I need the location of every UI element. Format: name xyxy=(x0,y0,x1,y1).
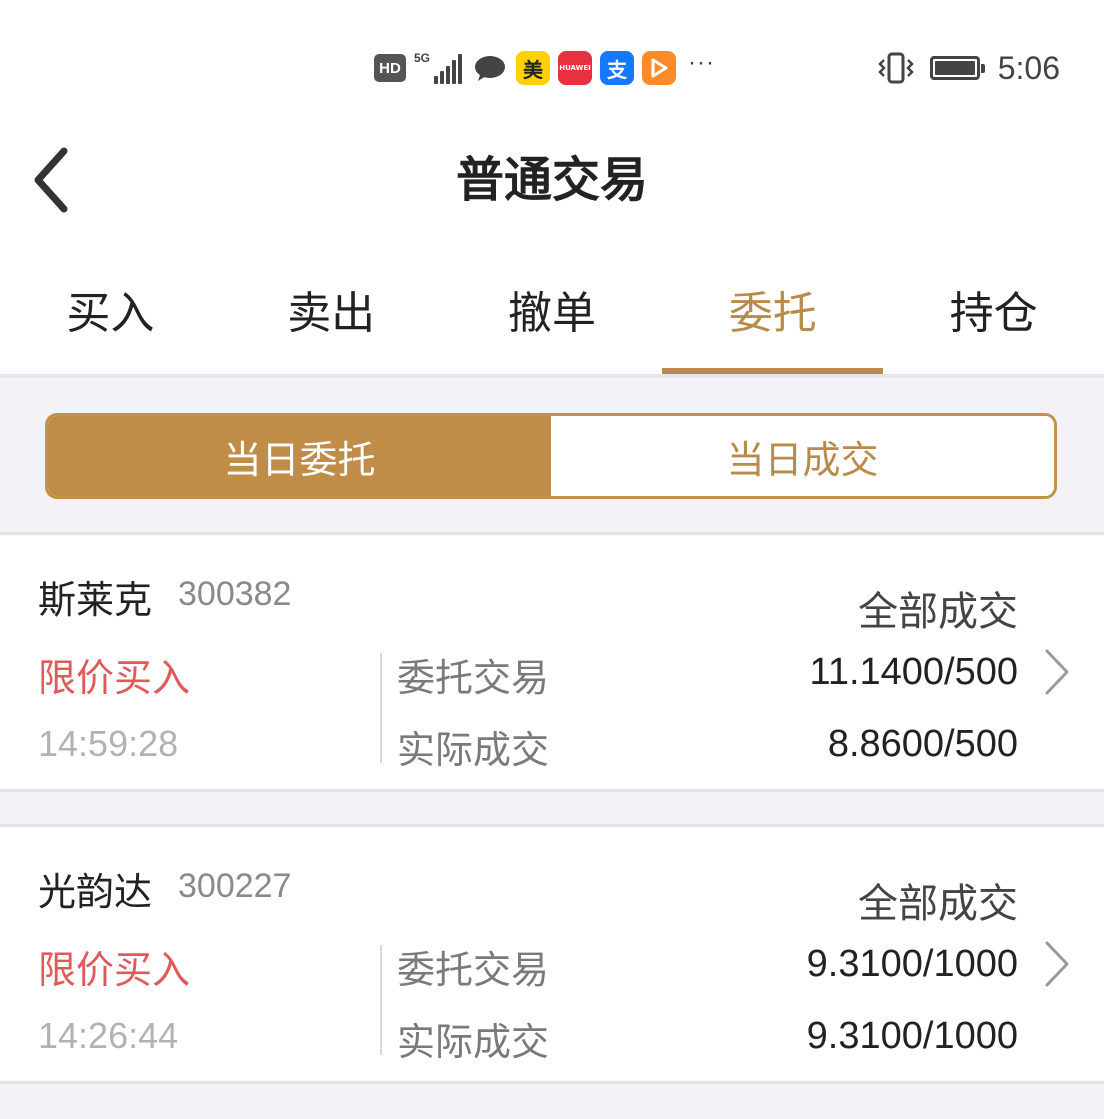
divider xyxy=(380,945,382,1055)
chevron-left-icon xyxy=(34,147,68,213)
order-segmented-control: 当日委托 当日成交 xyxy=(45,413,1057,499)
order-price-qty: 11.1400/500 xyxy=(809,651,1019,693)
segment-today-trades[interactable]: 当日成交 xyxy=(551,416,1054,496)
network-type-label: 5G xyxy=(414,51,431,65)
deal-price-qty: 9.3100/1000 xyxy=(806,1015,1018,1057)
clock: 5:06 xyxy=(997,49,1060,86)
huawei-label: HUAWEI xyxy=(559,64,591,72)
tab-positions[interactable]: 持仓 xyxy=(883,250,1104,374)
more-notifications-icon: ··· xyxy=(688,49,715,76)
alipay-icon: 支 xyxy=(600,51,635,85)
trade-tabs: 买入 卖出 撤单 委托 持仓 xyxy=(0,250,1104,374)
order-time: 14:59:28 xyxy=(38,723,179,764)
status-bar: HD 5G 美 HUAWEI 支 ··· 5:06 xyxy=(0,0,1104,130)
tab-buy[interactable]: 买入 xyxy=(0,250,221,374)
status-icons: HD 5G 美 HUAWEI 支 ··· xyxy=(374,48,715,88)
message-icon xyxy=(475,56,506,81)
order-time: 14:26:44 xyxy=(38,1015,179,1056)
tab-orders[interactable]: 委托 xyxy=(662,250,883,374)
order-price-label: 委托交易 xyxy=(397,656,550,700)
status-right: 5:06 xyxy=(876,46,1060,90)
order-price-qty: 9.3100/1000 xyxy=(806,943,1018,985)
deal-price-label: 实际成交 xyxy=(397,1020,550,1064)
deal-price-qty: 8.8600/500 xyxy=(827,723,1018,765)
order-card[interactable]: 光韵达 300227 全部成交 限价买入 14:26:44 委托交易 实际成交 … xyxy=(0,824,1104,1084)
order-card[interactable]: 斯莱克 300382 全部成交 限价买入 14:59:28 委托交易 实际成交 … xyxy=(0,532,1104,792)
signal-icon: 5G xyxy=(414,51,463,84)
page-title: 普通交易 xyxy=(455,152,648,208)
huawei-store-icon: HUAWEI xyxy=(558,51,593,85)
order-list: 斯莱克 300382 全部成交 限价买入 14:59:28 委托交易 实际成交 … xyxy=(0,532,1104,1119)
vibrate-icon xyxy=(877,52,914,84)
chevron-right-icon[interactable] xyxy=(1042,647,1072,697)
tab-sell[interactable]: 卖出 xyxy=(221,250,442,374)
stock-code: 300227 xyxy=(178,867,292,905)
order-price-label: 委托交易 xyxy=(397,948,550,992)
order-status: 全部成交 xyxy=(858,589,1018,635)
video-app-icon xyxy=(642,51,677,85)
chevron-right-icon[interactable] xyxy=(1042,939,1072,989)
stock-name: 光韵达 xyxy=(38,870,153,914)
title-bar: 普通交易 xyxy=(0,130,1104,230)
order-type: 限价买入 xyxy=(38,656,191,700)
hd-icon: HD xyxy=(374,54,406,82)
segment-today-orders[interactable]: 当日委托 xyxy=(48,416,551,496)
stock-code: 300382 xyxy=(178,575,292,613)
play-icon xyxy=(651,58,668,78)
order-type: 限价买入 xyxy=(38,948,191,992)
segment-area: 当日委托 当日成交 xyxy=(0,374,1104,532)
deal-price-label: 实际成交 xyxy=(397,728,550,772)
meituan-app-icon: 美 xyxy=(516,51,551,85)
tab-cancel[interactable]: 撤单 xyxy=(442,250,663,374)
stock-name: 斯莱克 xyxy=(38,578,153,622)
divider xyxy=(380,653,382,763)
back-button[interactable] xyxy=(20,138,80,222)
order-status: 全部成交 xyxy=(858,881,1018,927)
battery-icon xyxy=(929,56,985,80)
